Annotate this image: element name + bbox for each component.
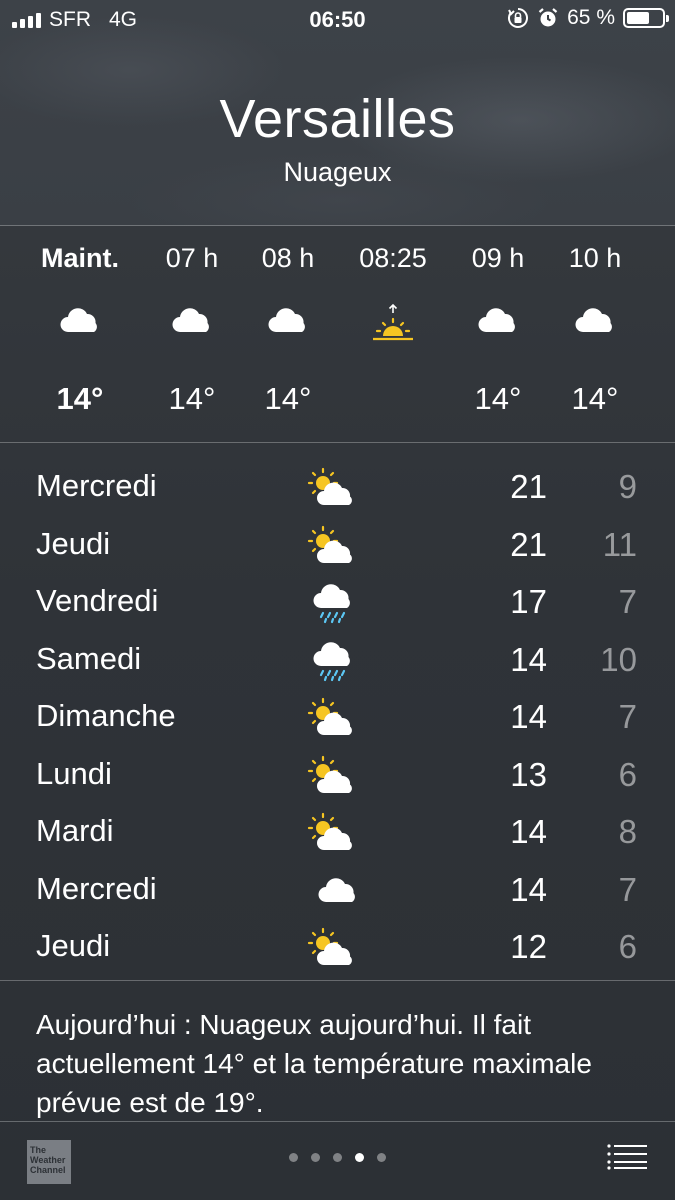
day-name: Samedi <box>36 640 142 676</box>
low-temperature: 9 <box>618 468 637 505</box>
daily-row: Mardi 14 8 <box>0 805 675 863</box>
page-dot[interactable] <box>289 1153 298 1162</box>
high-temperature: 13 <box>510 755 547 793</box>
orientation-lock-icon <box>508 8 529 28</box>
battery-icon <box>623 8 669 28</box>
daily-row: Lundi 13 6 <box>0 748 675 806</box>
hour-temperature: 14° <box>264 381 312 416</box>
cloud-icon <box>575 307 615 340</box>
high-temperature: 14 <box>510 640 547 678</box>
bottom-toolbar: The Weather Channel <box>0 1122 675 1200</box>
city-name: Versailles <box>219 89 456 149</box>
partly-sunny-icon <box>306 525 358 570</box>
hour-label: 10 h <box>568 243 622 273</box>
page-dot[interactable] <box>311 1153 320 1162</box>
hourly-item: 09 h 14° <box>443 227 553 442</box>
day-name: Mercredi <box>36 468 157 503</box>
partly-sunny-icon <box>306 697 358 742</box>
daily-row: Mercredi 21 9 <box>0 460 675 518</box>
cloud-icon <box>172 307 212 340</box>
sunrise-icon <box>371 303 415 348</box>
daily-row: Mercredi 14 7 <box>0 863 675 921</box>
today-summary: Aujourd’hui : Nuageux aujourd’hui. Il fa… <box>36 1009 592 1118</box>
status-right: 65 % <box>507 6 669 30</box>
daily-forecast[interactable]: Mercredi 21 9 Jeudi 21 11 Vendredi 17 7 … <box>0 460 675 978</box>
hourly-item: Maint. 14° <box>25 227 135 442</box>
hourly-item: 10 h 14° <box>540 227 650 442</box>
cloud-icon <box>60 307 100 340</box>
hour-label: 1 <box>645 243 675 274</box>
cloud-icon <box>268 307 308 340</box>
page-dot[interactable] <box>355 1153 364 1162</box>
divider-hourly <box>0 442 675 443</box>
low-temperature: 6 <box>618 928 637 965</box>
low-temperature: 7 <box>618 870 637 908</box>
hour-label: 08:25 <box>359 243 427 273</box>
weather-channel-logo[interactable]: The Weather Channel <box>27 1140 71 1184</box>
high-temperature: 17 <box>510 583 547 620</box>
daily-row: Jeudi 12 6 <box>0 920 675 978</box>
day-name: Lundi <box>36 755 112 791</box>
day-name: Jeudi <box>36 525 111 561</box>
hour-temperature: 14° <box>474 381 522 416</box>
battery-level <box>627 12 650 24</box>
cloud-icon <box>318 877 358 910</box>
partly-sunny-icon <box>306 755 358 800</box>
cloud-icon <box>478 307 518 340</box>
high-temperature: 14 <box>510 813 547 850</box>
hour-temperature: 14° <box>168 381 216 416</box>
hour-label: 07 h <box>165 243 219 273</box>
hour-label: 08 h <box>261 243 315 273</box>
high-temperature: 14 <box>510 698 547 735</box>
hour-temperature: 14° <box>571 381 619 416</box>
day-name: Vendredi <box>36 583 159 618</box>
day-name: Dimanche <box>36 698 176 733</box>
hour-temperature: 1 <box>645 381 675 417</box>
hour-label: Maint. <box>41 243 119 273</box>
day-name: Mardi <box>36 813 114 848</box>
page-dot[interactable] <box>333 1153 342 1162</box>
day-name: Jeudi <box>36 928 111 963</box>
low-temperature: 7 <box>618 698 637 735</box>
page-indicator[interactable] <box>0 1153 675 1162</box>
city-list-icon[interactable] <box>607 1144 647 1170</box>
rain-icon <box>306 582 358 629</box>
hour-label: 09 h <box>471 243 525 273</box>
low-temperature: 7 <box>618 583 637 620</box>
daily-row: Samedi 14 10 <box>0 633 675 691</box>
daily-row: Dimanche 14 7 <box>0 690 675 748</box>
low-temperature: 10 <box>600 640 637 678</box>
rain-icon <box>306 640 358 687</box>
hourly-item: 11 <box>645 227 675 442</box>
partly-sunny-icon <box>306 467 358 512</box>
page-dot[interactable] <box>377 1153 386 1162</box>
battery-percent: 65 % <box>567 6 615 29</box>
low-temperature: 8 <box>618 813 637 850</box>
status-bar: SFR 4G 06:50 65 % <box>0 0 675 40</box>
low-temperature: 11 <box>602 525 637 563</box>
high-temperature: 21 <box>510 525 547 563</box>
hourly-item: 07 h 14° <box>137 227 247 442</box>
daily-row: Jeudi 21 11 <box>0 518 675 576</box>
hourly-item: 08 h 14° <box>233 227 343 442</box>
day-name: Mercredi <box>36 870 157 906</box>
alarm-icon <box>538 8 558 27</box>
partly-sunny-icon <box>306 812 358 857</box>
logo-text-line: Channel <box>30 1165 66 1175</box>
hourly-forecast[interactable]: Maint. 14° 07 h 14° 08 h 14° 08:25 09 h 14° 10 h… <box>0 227 675 442</box>
daily-row: Vendredi 17 7 <box>0 575 675 633</box>
partly-sunny-icon <box>306 927 358 972</box>
high-temperature: 14 <box>510 870 547 908</box>
hourly-item: 08:25 <box>338 227 448 442</box>
high-temperature: 12 <box>510 928 547 965</box>
low-temperature: 6 <box>618 755 637 793</box>
hour-temperature: 14° <box>56 381 104 416</box>
divider-daily <box>0 980 675 981</box>
high-temperature: 21 <box>510 468 547 505</box>
current-condition: Nuageux <box>283 157 392 187</box>
divider-top <box>0 225 675 226</box>
